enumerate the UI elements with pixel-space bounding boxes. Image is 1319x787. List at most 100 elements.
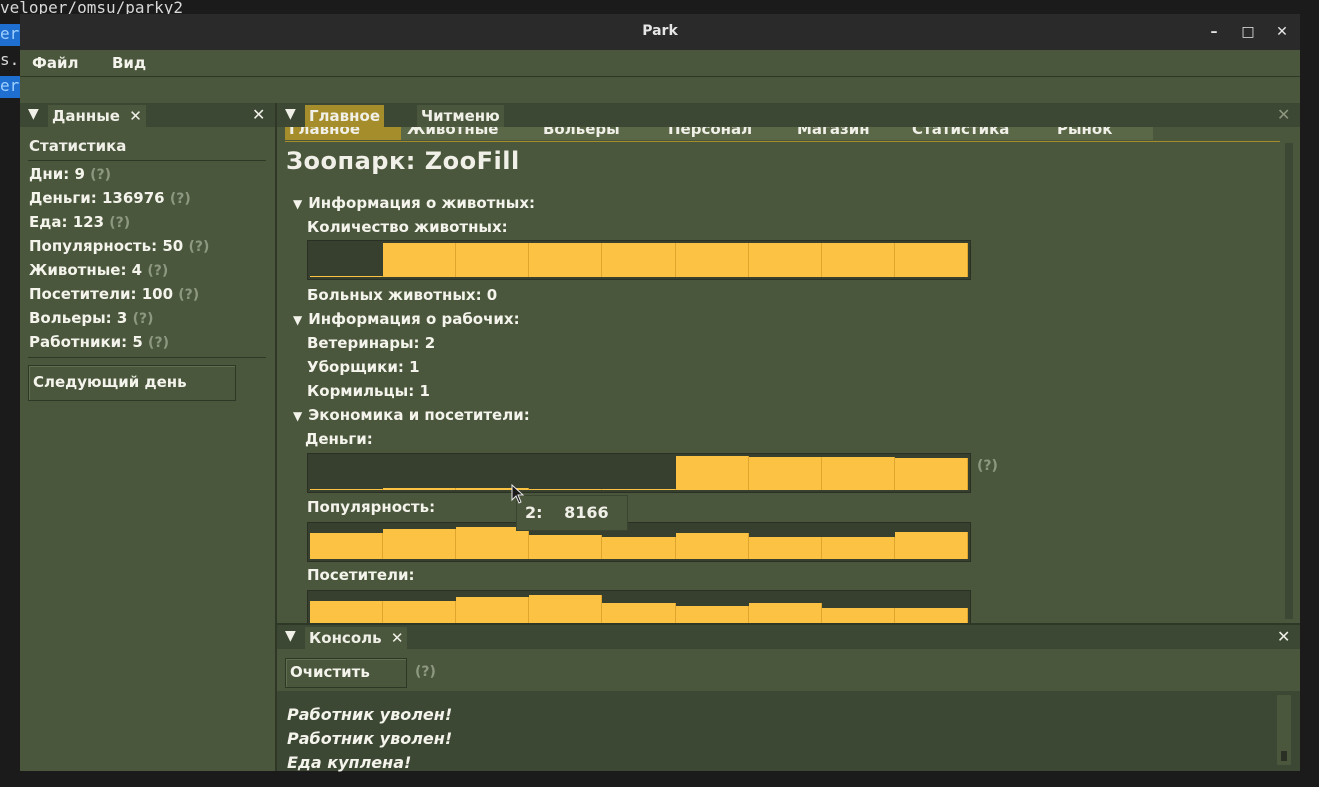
popularity-bar <box>529 535 603 559</box>
money-help-icon[interactable]: (?) <box>977 458 998 474</box>
help-icon[interactable]: (?) <box>415 664 436 680</box>
animals-bar <box>821 243 895 277</box>
stats-title: Статистика <box>29 137 127 155</box>
menu-bar: Файл Вид <box>20 50 1300 77</box>
console-line: Работник уволен! <box>287 705 453 724</box>
help-icon[interactable]: (?) <box>109 215 130 231</box>
minimize-button[interactable]: – <box>1204 22 1224 42</box>
help-icon[interactable]: (?) <box>147 263 168 279</box>
animal-count-chart[interactable] <box>307 240 971 280</box>
collapse-arrow-icon: ▼ <box>293 313 303 327</box>
console-panel: ▼ Консоль ✕ ✕ Очистить (?) Работник увол… <box>277 625 1300 772</box>
subtab-staff[interactable]: Персонал <box>662 127 792 140</box>
menu-view[interactable]: Вид <box>112 54 146 72</box>
money-bar <box>748 457 822 490</box>
help-icon[interactable]: (?) <box>178 287 199 303</box>
money-label: Деньги: <box>305 430 373 448</box>
dock-menu-icon[interactable]: ▼ <box>28 106 39 122</box>
workers-section-header[interactable]: ▼ Информация о рабочих: <box>293 310 520 328</box>
vets-count: Ветеринары: 2 <box>307 334 436 352</box>
close-tab-icon[interactable]: ✕ <box>391 629 404 647</box>
economy-section-header[interactable]: ▼ Экономика и посетители: <box>293 406 530 424</box>
close-panel-icon[interactable]: ✕ <box>252 105 265 124</box>
popularity-bar <box>894 532 968 559</box>
visitors-label: Посетители: <box>307 566 415 584</box>
close-panel-icon[interactable]: ✕ <box>1277 105 1290 124</box>
popularity-bar <box>602 537 676 559</box>
terminal-highlight: er <box>0 76 20 98</box>
zoo-title: Зоопарк: ZooFill <box>286 147 520 175</box>
next-day-button[interactable]: Следующий день <box>28 365 236 401</box>
stat-visitors: Посетители: 100 (?) <box>29 285 200 303</box>
money-bar <box>602 489 676 490</box>
popularity-bar <box>675 533 749 559</box>
help-icon[interactable]: (?) <box>90 167 111 183</box>
dock-menu-icon[interactable]: ▼ <box>285 106 296 122</box>
animals-bar <box>529 243 603 277</box>
mouse-cursor-icon <box>511 484 525 504</box>
close-tab-icon[interactable]: ✕ <box>129 107 142 125</box>
help-icon[interactable]: (?) <box>170 191 191 207</box>
animals-section-header[interactable]: ▼ Информация о животных: <box>293 194 535 212</box>
money-bar <box>821 457 895 490</box>
sick-animals: Больных животных: 0 <box>307 286 498 304</box>
stat-food: Еда: 123 (?) <box>29 213 131 231</box>
popularity-chart[interactable] <box>307 522 971 562</box>
console-header: ▼ Консоль ✕ ✕ <box>277 625 1300 649</box>
terminal-line: s. <box>0 50 20 69</box>
help-icon[interactable]: (?) <box>133 311 154 327</box>
popularity-bar <box>310 533 384 559</box>
menu-file[interactable]: Файл <box>32 54 79 72</box>
tab-data-label: Данные <box>52 107 120 125</box>
animals-bar <box>310 276 384 277</box>
toolbar-area <box>20 77 1300 103</box>
scroll-thumb[interactable] <box>1281 751 1287 761</box>
subtab-main[interactable]: Главное <box>285 127 401 140</box>
subtab-market[interactable]: Рынок <box>1051 127 1153 140</box>
close-panel-icon[interactable]: ✕ <box>1277 627 1290 646</box>
app-window: Park – □ ✕ Файл Вид ▼ Данные ✕ ✕ Статист… <box>20 14 1300 772</box>
money-chart[interactable] <box>307 453 971 493</box>
cleaners-count: Уборщики: 1 <box>307 358 420 376</box>
money-bar <box>310 489 384 490</box>
stat-money: Деньги: 136976 (?) <box>29 189 191 207</box>
collapse-arrow-icon: ▼ <box>293 409 303 423</box>
close-button[interactable]: ✕ <box>1272 22 1292 42</box>
console-output[interactable]: Работник уволен! Работник уволен! Еда ку… <box>277 691 1300 772</box>
tab-cheat-menu[interactable]: Читменю <box>417 105 504 127</box>
main-panel: ▼ Главное Читменю ✕ Главное Животные Вол… <box>277 103 1300 630</box>
help-icon[interactable]: (?) <box>148 335 169 351</box>
window-title: Park <box>642 23 678 39</box>
popularity-bar <box>821 537 895 559</box>
subtab-enclosures[interactable]: Вольеры <box>537 127 663 140</box>
popularity-bar <box>383 529 457 559</box>
popularity-bar <box>748 537 822 559</box>
maximize-button[interactable]: □ <box>1238 22 1258 42</box>
money-bar <box>894 458 968 490</box>
dock-menu-icon[interactable]: ▼ <box>285 628 296 644</box>
tab-console[interactable]: Консоль ✕ <box>305 627 408 649</box>
animals-bar <box>894 243 968 277</box>
animals-bar <box>675 243 749 277</box>
console-line: Работник уволен! <box>287 729 453 748</box>
subtab-statistics[interactable]: Статистика <box>906 127 1052 140</box>
subtab-shop[interactable]: Магазин <box>791 127 907 140</box>
terminal-highlight: er <box>0 24 20 46</box>
tab-main[interactable]: Главное <box>305 105 385 127</box>
console-line: Еда куплена! <box>287 753 412 772</box>
console-scrollbar[interactable] <box>1277 695 1291 765</box>
money-bar <box>675 456 749 490</box>
scrollbar[interactable] <box>1285 143 1293 619</box>
animals-bar <box>602 243 676 277</box>
title-bar: Park – □ ✕ <box>20 14 1300 50</box>
popularity-bar <box>456 527 530 559</box>
main-panel-header: ▼ Главное Читменю ✕ <box>277 103 1300 127</box>
subtab-animals[interactable]: Животные <box>401 127 537 140</box>
divider <box>28 357 266 358</box>
tab-data[interactable]: Данные ✕ <box>48 105 146 127</box>
help-icon[interactable]: (?) <box>188 239 209 255</box>
tab-console-label: Консоль <box>309 629 382 647</box>
feeders-count: Кормильцы: 1 <box>307 382 430 400</box>
clear-button[interactable]: Очистить <box>285 658 407 688</box>
money-bar <box>383 488 457 490</box>
